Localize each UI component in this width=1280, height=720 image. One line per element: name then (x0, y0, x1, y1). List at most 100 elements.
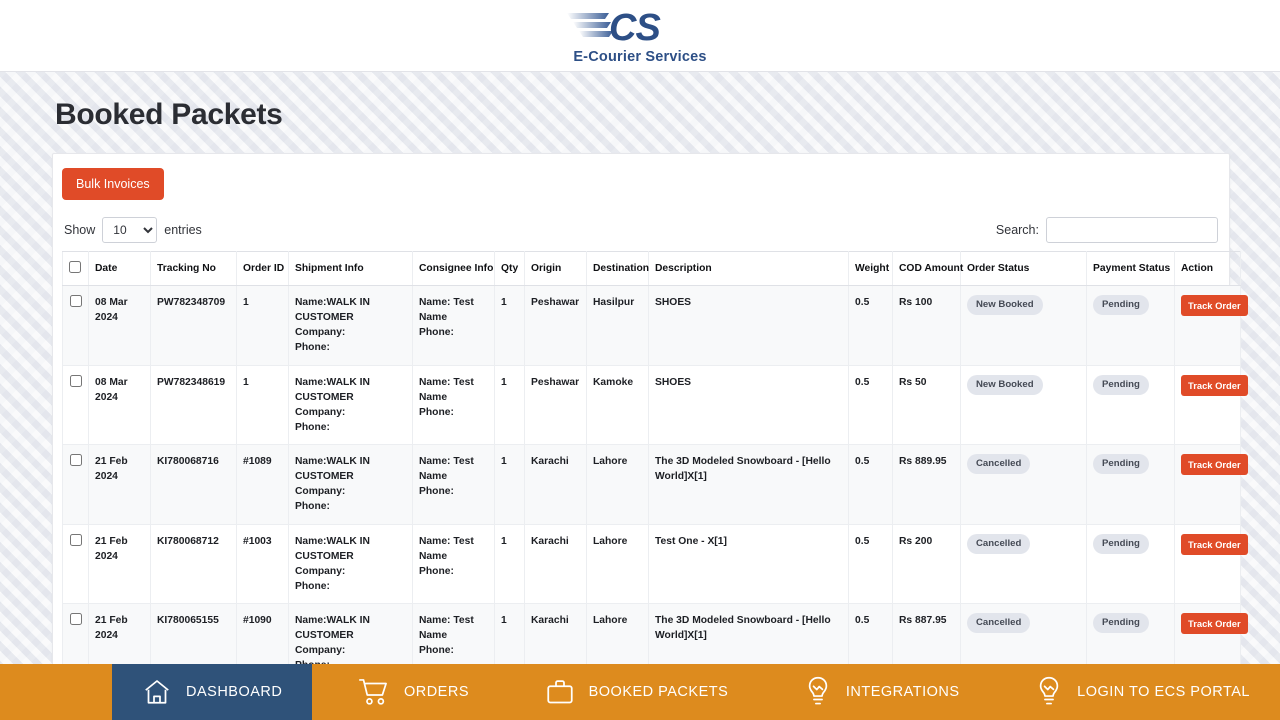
col-weight[interactable]: Weight (848, 251, 893, 286)
nav-item-login-to-ecs-portal[interactable]: LOGIN TO ECS PORTAL (1005, 664, 1280, 720)
cell-date: 21 Feb 2024 (88, 444, 151, 525)
order-status-badge: Cancelled (967, 613, 1031, 634)
row-select-cell (62, 444, 89, 525)
col-destination[interactable]: Destination (586, 251, 649, 286)
track-order-button[interactable]: Track Order (1181, 613, 1248, 634)
cell-date: 21 Feb 2024 (88, 524, 151, 604)
table-row: 21 Feb 2024 KI780068712 #1003 Name:WALK IN … (62, 524, 1248, 604)
cell-weight: 0.5 (848, 365, 893, 445)
cell-destination: Lahore (586, 524, 649, 604)
search-control: Search: (996, 217, 1218, 243)
col-qty[interactable]: Qty (494, 251, 525, 286)
row-select-checkbox[interactable] (69, 454, 82, 466)
nav-item-label: BOOKED PACKETS (588, 684, 729, 700)
row-select-checkbox[interactable] (69, 374, 82, 387)
col-payment-status[interactable]: Payment Status (1086, 251, 1175, 286)
track-order-button[interactable]: Track Order (1181, 374, 1248, 396)
cell-description: SHOES (648, 285, 849, 366)
brand-logo: CS E-Courier Services (565, 7, 715, 65)
lightbulb-icon (804, 676, 832, 708)
brand-tagline: E-Courier Services (573, 48, 707, 65)
cell-consignee-info: Name: Test Name Phone: (412, 365, 495, 445)
col-shipment-info[interactable]: Shipment Info (288, 251, 413, 286)
show-entries-control: Show 102550100 entries (64, 217, 202, 243)
nav-item-dashboard[interactable]: DASHBOARD (112, 664, 313, 720)
cell-payment-status: Pending (1086, 285, 1175, 366)
cell-tracking-no: KI780068712 (150, 524, 237, 604)
lightbulb-icon (1035, 676, 1063, 708)
payment-status-badge: Pending (1093, 613, 1149, 634)
nav-item-booked-packets[interactable]: BOOKED PACKETS (515, 664, 759, 720)
order-status-badge: Cancelled (967, 454, 1031, 475)
col-cod-amount[interactable]: COD Amount (892, 251, 963, 286)
cell-shipment-info: Name:WALK IN CUSTOMER Company: Phone: (288, 285, 413, 366)
search-input[interactable] (1046, 217, 1218, 243)
nav-item-integrations[interactable]: INTEGRATIONS (774, 664, 990, 720)
cell-cod-amount: Rs 889.95 (892, 444, 961, 525)
page-title: Booked Packets (55, 98, 283, 131)
cell-order-id: 1 (236, 365, 289, 445)
cell-order-id: #1089 (236, 444, 289, 525)
payment-status-badge: Pending (1093, 295, 1149, 316)
order-status-badge: New Booked (967, 374, 1043, 395)
col-order-status[interactable]: Order Status (960, 251, 1087, 286)
search-label: Search: (995, 223, 1039, 237)
col-consignee-info[interactable]: Consignee Info (412, 251, 495, 286)
track-order-button[interactable]: Track Order (1181, 454, 1248, 475)
cell-order-id: #1003 (236, 524, 289, 604)
table-controls: Show 102550100 entries Search: (64, 217, 1218, 243)
cell-destination: Kamoke (586, 365, 649, 445)
cell-order-id: 1 (236, 285, 289, 366)
cell-origin: Karachi (524, 524, 587, 604)
select-all-header (62, 251, 89, 286)
nav-item-label: DASHBOARD (186, 684, 283, 700)
payment-status-badge: Pending (1093, 454, 1149, 475)
row-select-cell (62, 365, 89, 445)
cell-action: Track Order (1174, 365, 1248, 445)
row-select-cell (62, 285, 89, 366)
cell-payment-status: Pending (1086, 365, 1175, 445)
briefcase-icon (545, 677, 575, 707)
show-label: Show (64, 223, 96, 237)
cell-order-status: Cancelled (960, 524, 1087, 604)
cell-destination: Lahore (586, 444, 649, 525)
cell-action: Track Order (1174, 285, 1248, 366)
bulk-invoices-button[interactable]: Bulk Invoices (62, 168, 164, 200)
row-select-checkbox[interactable] (69, 295, 82, 307)
col-description[interactable]: Description (648, 251, 849, 286)
cell-qty: 1 (494, 365, 525, 445)
cell-qty: 1 (494, 444, 525, 525)
track-order-button[interactable]: Track Order (1181, 295, 1248, 316)
col-tracking-no[interactable]: Tracking No (150, 251, 237, 286)
cell-tracking-no: PW782348619 (150, 365, 237, 445)
cart-icon (358, 677, 390, 707)
cell-cod-amount: Rs 50 (892, 365, 961, 445)
cell-consignee-info: Name: Test Name Phone: (412, 524, 495, 604)
col-date[interactable]: Date (88, 251, 151, 286)
cell-cod-amount: Rs 100 (892, 285, 961, 366)
page-length-select[interactable]: 102550100 (102, 217, 158, 243)
track-order-button[interactable]: Track Order (1181, 533, 1248, 555)
col-origin[interactable]: Origin (524, 251, 587, 286)
col-order-id[interactable]: Order ID (236, 251, 289, 286)
col-action[interactable]: Action (1174, 251, 1241, 286)
cell-order-status: Cancelled (960, 444, 1087, 525)
nav-item-orders[interactable]: ORDERS (328, 664, 499, 720)
app-header: CS E-Courier Services (0, 0, 1280, 72)
select-all-checkbox[interactable] (69, 261, 81, 273)
row-select-checkbox[interactable] (69, 533, 82, 546)
row-select-checkbox[interactable] (69, 613, 82, 625)
cell-payment-status: Pending (1086, 524, 1175, 604)
page-content: Booked Packets Bulk Invoices Show 102550… (0, 72, 1280, 720)
cell-date: 08 Mar 2024 (88, 285, 151, 366)
cell-weight: 0.5 (848, 444, 893, 525)
table-body: 08 Mar 2024 PW782348709 1 Name:WALK IN CUST… (62, 285, 1248, 720)
order-status-badge: Cancelled (967, 533, 1031, 554)
cell-action: Track Order (1174, 444, 1248, 525)
cell-action: Track Order (1174, 524, 1248, 604)
cell-date: 08 Mar 2024 (88, 365, 151, 445)
cell-origin: Peshawar (524, 285, 587, 366)
table-head: Date Tracking No Order ID Shipment Info … (62, 251, 1241, 286)
cell-weight: 0.5 (848, 524, 893, 604)
cell-destination: Hasilpur (586, 285, 649, 366)
